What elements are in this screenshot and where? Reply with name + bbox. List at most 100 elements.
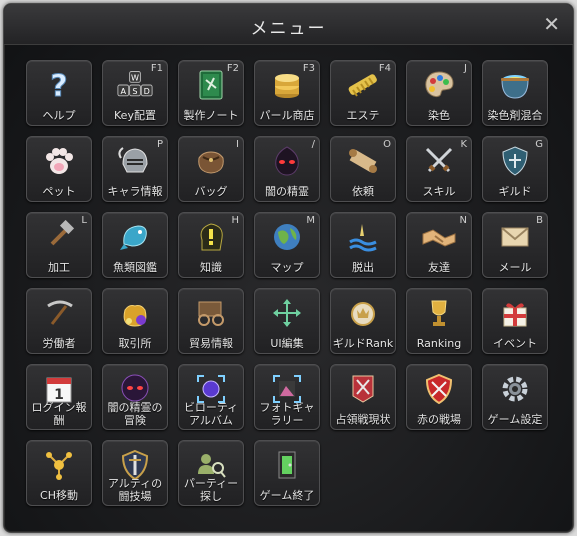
tile-label: パール商店 xyxy=(259,109,315,122)
menu-tile-help[interactable]: ? ヘルプ xyxy=(26,60,92,126)
menu-tile-guild[interactable]: G ギルド xyxy=(482,136,548,202)
tile-label: キャラ情報 xyxy=(107,185,163,198)
menu-tile-trade-info[interactable]: 貿易情報 xyxy=(178,288,244,354)
menu-tile-ui-edit[interactable]: UI編集 xyxy=(254,288,320,354)
bag-icon xyxy=(193,143,229,179)
menu-tile-beauty[interactable]: F4 エステ xyxy=(330,60,396,126)
hammer-icon xyxy=(41,219,77,255)
menu-tile-key-config[interactable]: W A S D F1 Key配置 xyxy=(102,60,168,126)
globe-icon xyxy=(269,219,305,255)
tile-label: 染色 xyxy=(428,109,450,122)
menu-tile-channel-move[interactable]: CH移動 xyxy=(26,440,92,506)
menu-tile-party-finder[interactable]: パーティー 探し xyxy=(178,440,244,506)
menu-tile-game-settings[interactable]: ゲーム設定 xyxy=(482,364,548,430)
tile-label: ゲーム設定 xyxy=(487,413,543,426)
handshake-icon xyxy=(421,219,457,255)
menu-tile-mail[interactable]: B メール xyxy=(482,212,548,278)
menu-tile-processing[interactable]: L 加工 xyxy=(26,212,92,278)
tile-label: 闇の精霊の 冒険 xyxy=(107,401,163,427)
menu-tile-friends[interactable]: N 友達 xyxy=(406,212,472,278)
menu-tile-dye[interactable]: J 染色 xyxy=(406,60,472,126)
tile-label: イベント xyxy=(493,337,537,350)
menu-tile-bag[interactable]: I バッグ xyxy=(178,136,244,202)
tile-label: ビローティ アルバム xyxy=(183,401,239,427)
move-arrows-icon xyxy=(269,295,305,331)
key-s-glyph: S xyxy=(132,86,137,96)
menu-tile-quest[interactable]: O 依頼 xyxy=(330,136,396,202)
menu-tile-arsha-arena[interactable]: アルティの 闘技場 xyxy=(102,440,168,506)
menu-tile-dark-spirit[interactable]: / 闇の精霊 xyxy=(254,136,320,202)
menu-tile-ranking[interactable]: Ranking xyxy=(406,288,472,354)
menu-tile-escape[interactable]: 脱出 xyxy=(330,212,396,278)
tile-label: ゲーム終了 xyxy=(259,489,315,502)
shortcut-key: P xyxy=(156,139,163,150)
treasure-bag-icon xyxy=(117,295,153,331)
tile-label: 脱出 xyxy=(352,261,374,274)
tile-label: Key配置 xyxy=(114,109,156,122)
tile-label: Ranking xyxy=(416,337,462,350)
tile-label: 取引所 xyxy=(118,337,152,350)
close-icon[interactable]: ✕ xyxy=(543,12,560,36)
menu-tile-workers[interactable]: 労働者 xyxy=(26,288,92,354)
menu-tile-fish-encyclopedia[interactable]: 魚類図鑑 xyxy=(102,212,168,278)
key-w-glyph: W xyxy=(131,73,139,83)
tile-label: 労働者 xyxy=(42,337,76,350)
menu-tile-photo-gallery[interactable]: フォトギャ ラリー xyxy=(254,364,320,430)
menu-tile-character-info[interactable]: P キャラ情報 xyxy=(102,136,168,202)
tile-label: 闇の精霊 xyxy=(265,185,309,198)
coin-stack-icon xyxy=(269,67,305,103)
laurel-crown-icon xyxy=(345,295,381,331)
crossed-swords-icon xyxy=(421,143,457,179)
menu-tile-pet[interactable]: ペット xyxy=(26,136,92,202)
tile-label: 友達 xyxy=(428,261,450,274)
menu-tile-event[interactable]: イベント xyxy=(482,288,548,354)
fish-icon xyxy=(117,219,153,255)
tile-label: パーティー 探し xyxy=(183,477,239,503)
menu-tile-siege-status[interactable]: 占領戦現状 xyxy=(330,364,396,430)
shortcut-key: K xyxy=(460,139,467,150)
shortcut-key: I xyxy=(236,139,239,150)
scroll-icon xyxy=(345,143,381,179)
pickaxe-icon xyxy=(41,295,77,331)
dark-spirit-icon xyxy=(269,143,305,179)
shortcut-key: O xyxy=(383,139,391,150)
menu-tile-skill[interactable]: K スキル xyxy=(406,136,472,202)
title-bar[interactable]: メニュー ✕ xyxy=(4,4,573,45)
escape-icon xyxy=(345,219,381,255)
menu-tile-red-battlefield[interactable]: 赤の戦場 xyxy=(406,364,472,430)
tile-label: ギルド xyxy=(498,185,532,198)
shortcut-key: G xyxy=(535,139,543,150)
shortcut-key: L xyxy=(81,215,87,226)
exit-door-icon xyxy=(269,447,305,483)
menu-tile-dark-spirit-adventure[interactable]: 闇の精霊の 冒険 xyxy=(102,364,168,430)
menu-tile-exit-game[interactable]: ゲーム終了 xyxy=(254,440,320,506)
tile-label: ヘルプ xyxy=(42,109,76,122)
shield-icon xyxy=(497,143,533,179)
menu-tile-login-reward[interactable]: 1 ログイン報 酬 xyxy=(26,364,92,430)
window-title: メニュー xyxy=(250,19,327,39)
menu-tile-beauty-album[interactable]: ビローティ アルバム xyxy=(178,364,244,430)
tile-label: 製作ノート xyxy=(183,109,239,122)
tile-label: UI編集 xyxy=(270,337,304,350)
tile-label: エステ xyxy=(346,109,380,122)
menu-tile-map[interactable]: M マップ xyxy=(254,212,320,278)
menu-tile-knowledge[interactable]: H 知識 xyxy=(178,212,244,278)
trophy-icon xyxy=(421,295,457,331)
shortcut-key: H xyxy=(231,215,239,226)
tile-label: 加工 xyxy=(48,261,70,274)
shortcut-key: F2 xyxy=(226,63,239,74)
menu-tile-marketplace[interactable]: 取引所 xyxy=(102,288,168,354)
menu-tile-dye-mixing[interactable]: 染色剤混合 xyxy=(482,60,548,126)
paw-icon xyxy=(41,143,77,179)
shortcut-key: M xyxy=(306,215,315,226)
menu-tile-guild-rank[interactable]: ギルドRank xyxy=(330,288,396,354)
notebook-icon xyxy=(193,67,229,103)
tile-label: ログイン報 酬 xyxy=(31,401,87,427)
tile-label: 知識 xyxy=(200,261,222,274)
comb-icon xyxy=(345,67,381,103)
shortcut-key: J xyxy=(464,63,467,74)
tile-label: 魚類図鑑 xyxy=(113,261,157,274)
menu-tile-crafting-notes[interactable]: F2 製作ノート xyxy=(178,60,244,126)
helmet-icon xyxy=(117,143,153,179)
menu-tile-pearl-shop[interactable]: F3 パール商店 xyxy=(254,60,320,126)
